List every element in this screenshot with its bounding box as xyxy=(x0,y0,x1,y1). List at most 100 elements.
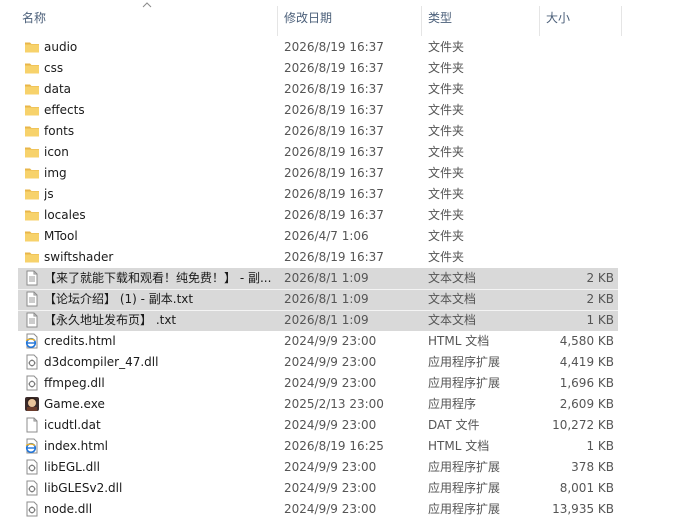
file-name: icudtl.dat xyxy=(44,418,101,432)
file-row[interactable]: icon 2026/8/19 16:37 文件夹 xyxy=(0,142,675,163)
file-row[interactable]: css 2026/8/19 16:37 文件夹 xyxy=(0,58,675,79)
file-modified-date: 2024/9/9 23:00 xyxy=(284,502,377,516)
file-type: 文本文档 xyxy=(428,292,477,306)
file-name: 【论坛介绍】 (1) - 副本.txt xyxy=(44,292,194,306)
file-modified-date: 2026/4/7 1:06 xyxy=(284,229,369,243)
file-size xyxy=(540,184,614,205)
file-name: 【来了就能下载和观看！纯免费！】 - 副... xyxy=(44,271,272,285)
file-modified-date: 2024/9/9 23:00 xyxy=(284,334,377,348)
file-type: 文件夹 xyxy=(428,61,465,75)
file-size: 4,580 KB xyxy=(559,334,614,348)
folder-icon xyxy=(24,249,40,265)
game-exe-icon xyxy=(24,396,40,412)
file-name: ffmpeg.dll xyxy=(44,376,105,390)
file-modified-date: 2026/8/19 16:37 xyxy=(284,103,384,117)
file-row[interactable]: libEGL.dll 2024/9/9 23:00 应用程序扩展 378 KB xyxy=(0,457,675,478)
file-name: index.html xyxy=(44,439,108,453)
file-row[interactable]: libGLESv2.dll 2024/9/9 23:00 应用程序扩展 8,001 K… xyxy=(0,478,675,499)
file-name: 【永久地址发布页】 .txt xyxy=(44,313,177,327)
column-header-size[interactable]: 大小 xyxy=(540,0,620,36)
file-row[interactable]: 【论坛介绍】 (1) - 副本.txt 2026/8/1 1:09 文本文档 2 KB xyxy=(0,289,675,310)
file-type: 文本文档 xyxy=(428,271,477,285)
file-type: 应用程序扩展 xyxy=(428,376,501,390)
file-name: libEGL.dll xyxy=(44,460,100,474)
file-size: 378 KB xyxy=(571,460,614,474)
file-type: 文件夹 xyxy=(428,229,465,243)
dll-file-icon xyxy=(24,501,40,517)
file-row[interactable]: Game.exe 2025/2/13 23:00 应用程序 2,609 KB xyxy=(0,394,675,415)
folder-icon xyxy=(24,207,40,223)
file-type: 文件夹 xyxy=(428,40,465,54)
file-row[interactable]: effects 2026/8/19 16:37 文件夹 xyxy=(0,100,675,121)
file-type: HTML 文档 xyxy=(428,334,490,348)
file-row[interactable]: 【永久地址发布页】 .txt 2026/8/1 1:09 文本文档 1 KB xyxy=(0,310,675,331)
file-name: fonts xyxy=(44,124,75,138)
file-size: 1 KB xyxy=(586,313,614,327)
file-row[interactable]: MTool 2026/4/7 1:06 文件夹 xyxy=(0,226,675,247)
file-size: 8,001 KB xyxy=(559,481,614,495)
file-type: 应用程序扩展 xyxy=(428,460,501,474)
file-size: 2,609 KB xyxy=(559,397,614,411)
column-header-type-label: 类型 xyxy=(428,11,453,25)
file-size xyxy=(540,100,614,121)
file-row[interactable]: credits.html 2024/9/9 23:00 HTML 文档 4,580 K… xyxy=(0,331,675,352)
file-size: 13,935 KB xyxy=(552,502,614,516)
file-row[interactable]: swiftshader 2026/8/19 16:37 文件夹 xyxy=(0,247,675,268)
file-type: 文件夹 xyxy=(428,250,465,264)
file-name: d3dcompiler_47.dll xyxy=(44,355,159,369)
file-row[interactable]: data 2026/8/19 16:37 文件夹 xyxy=(0,79,675,100)
text-file-icon xyxy=(24,291,40,307)
column-header-name[interactable]: 名称 xyxy=(16,0,276,36)
file-name: effects xyxy=(44,103,85,117)
file-type: 应用程序扩展 xyxy=(428,355,501,369)
file-row[interactable]: fonts 2026/8/19 16:37 文件夹 xyxy=(0,121,675,142)
file-modified-date: 2026/8/19 16:37 xyxy=(284,208,384,222)
file-row[interactable]: 【来了就能下载和观看！纯免费！】 - 副... 2026/8/1 1:09 文本文档… xyxy=(0,268,675,289)
file-name: css xyxy=(44,61,64,75)
column-header-date[interactable]: 修改日期 xyxy=(278,0,420,36)
file-name: js xyxy=(44,187,54,201)
file-row[interactable]: ffmpeg.dll 2024/9/9 23:00 应用程序扩展 1,696 KB xyxy=(0,373,675,394)
file-row[interactable]: icudtl.dat 2024/9/9 23:00 DAT 文件 10,272 KB xyxy=(0,415,675,436)
file-size xyxy=(540,226,614,247)
file-type: 文件夹 xyxy=(428,103,465,117)
column-header-type[interactable]: 类型 xyxy=(422,0,538,36)
column-header-name-label: 名称 xyxy=(22,11,47,25)
column-divider[interactable] xyxy=(621,6,622,36)
file-name: icon xyxy=(44,145,69,159)
file-row[interactable]: node.dll 2024/9/9 23:00 应用程序扩展 13,935 KB xyxy=(0,499,675,520)
file-name: Game.exe xyxy=(44,397,105,411)
file-modified-date: 2026/8/19 16:37 xyxy=(284,166,384,180)
dll-file-icon xyxy=(24,459,40,475)
dll-file-icon xyxy=(24,354,40,370)
file-size xyxy=(540,163,614,184)
column-header-size-label: 大小 xyxy=(546,11,571,25)
file-row[interactable]: img 2026/8/19 16:37 文件夹 xyxy=(0,163,675,184)
folder-icon xyxy=(24,60,40,76)
file-type: 文件夹 xyxy=(428,145,465,159)
file-row[interactable]: locales 2026/8/19 16:37 文件夹 xyxy=(0,205,675,226)
file-name: MTool xyxy=(44,229,78,243)
file-size: 1,696 KB xyxy=(559,376,614,390)
file-row[interactable]: js 2026/8/19 16:37 文件夹 xyxy=(0,184,675,205)
file-modified-date: 2026/8/19 16:37 xyxy=(284,40,384,54)
folder-icon xyxy=(24,39,40,55)
file-modified-date: 2026/8/19 16:37 xyxy=(284,250,384,264)
file-size: 1 KB xyxy=(586,439,614,453)
folder-icon xyxy=(24,144,40,160)
file-size xyxy=(540,79,614,100)
dll-file-icon xyxy=(24,375,40,391)
html-file-icon xyxy=(24,438,40,454)
file-modified-date: 2026/8/1 1:09 xyxy=(284,292,369,306)
file-modified-date: 2024/9/9 23:00 xyxy=(284,376,377,390)
file-modified-date: 2026/8/19 16:25 xyxy=(284,439,384,453)
file-modified-date: 2026/8/1 1:09 xyxy=(284,271,369,285)
file-name: node.dll xyxy=(44,502,93,516)
file-row[interactable]: index.html 2026/8/19 16:25 HTML 文档 1 KB xyxy=(0,436,675,457)
file-row[interactable]: audio 2026/8/19 16:37 文件夹 xyxy=(0,37,675,58)
file-name: img xyxy=(44,166,67,180)
file-row[interactable]: d3dcompiler_47.dll 2024/9/9 23:00 应用程序扩展 4,… xyxy=(0,352,675,373)
folder-icon xyxy=(24,81,40,97)
file-size xyxy=(540,247,614,268)
file-modified-date: 2026/8/19 16:37 xyxy=(284,82,384,96)
